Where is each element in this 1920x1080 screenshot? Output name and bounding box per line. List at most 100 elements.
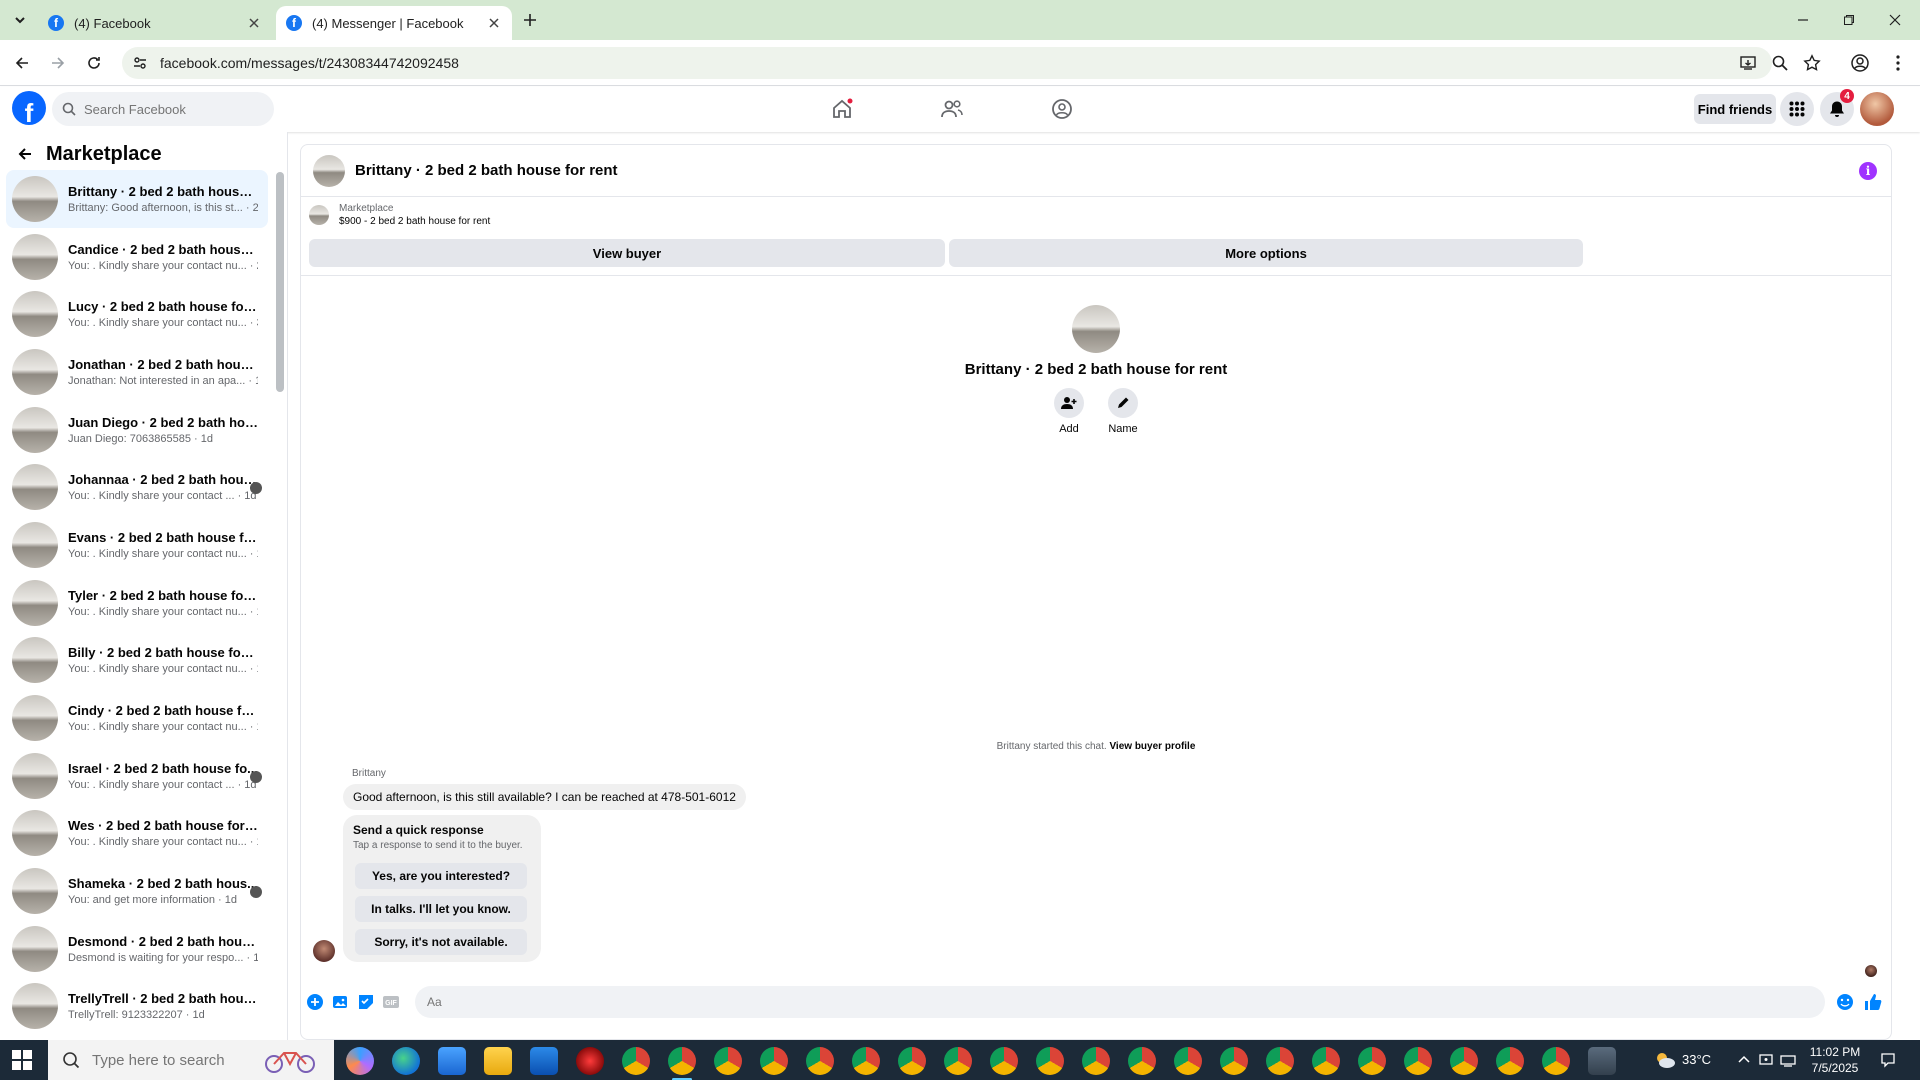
tab-search-button[interactable]: [8, 8, 32, 32]
chevron-up-icon[interactable]: [1736, 1052, 1752, 1068]
copilot-icon[interactable]: [346, 1047, 374, 1075]
chrome-icon[interactable]: [760, 1047, 788, 1075]
nav-groups[interactable]: [1042, 91, 1082, 127]
conversation-item[interactable]: Shameka · 2 bed 2 bath hous... You: and g…: [6, 862, 268, 920]
chrome-icon[interactable]: [1174, 1047, 1202, 1075]
conversation-item[interactable]: Desmond · 2 bed 2 bath house ... Desmond …: [6, 920, 268, 978]
conversation-item[interactable]: Wes · 2 bed 2 bath house for rent You: . …: [6, 805, 268, 863]
facebook-logo-icon[interactable]: f: [12, 91, 46, 125]
forward-button[interactable]: [46, 51, 70, 75]
chrome-icon[interactable]: [1036, 1047, 1064, 1075]
add-button[interactable]: [1054, 388, 1084, 418]
info-icon[interactable]: i: [1859, 162, 1877, 180]
reload-button[interactable]: [82, 51, 106, 75]
browser-tab-messenger[interactable]: f (4) Messenger | Facebook: [276, 6, 512, 40]
like-button[interactable]: [1863, 992, 1883, 1012]
chrome-icon[interactable]: [622, 1047, 650, 1075]
facebook-search[interactable]: [52, 92, 274, 126]
buyer-avatar[interactable]: [313, 940, 335, 962]
chrome-icon[interactable]: [1496, 1047, 1524, 1075]
back-button[interactable]: [14, 143, 36, 165]
chrome-icon[interactable]: [1082, 1047, 1110, 1075]
conversation-item[interactable]: Johannaa · 2 bed 2 bath hous... You: . Ki…: [6, 458, 268, 516]
sticker-button[interactable]: [356, 992, 376, 1012]
gif-button[interactable]: GIF: [381, 992, 401, 1012]
restore-button[interactable]: [1826, 0, 1872, 40]
site-info-icon[interactable]: [132, 55, 148, 71]
add-action[interactable]: Add: [1054, 388, 1084, 435]
quick-response-in-talks-button[interactable]: In talks. I'll let you know.: [355, 896, 527, 922]
nav-friends[interactable]: [932, 91, 972, 127]
emoji-button[interactable]: [1835, 992, 1855, 1012]
minimize-button[interactable]: [1780, 0, 1826, 40]
browser-tab-facebook[interactable]: f (4) Facebook: [38, 6, 272, 40]
taskbar-search-input[interactable]: [92, 1051, 262, 1069]
intro-avatar[interactable]: [1072, 305, 1120, 353]
chrome-icon[interactable]: [668, 1047, 696, 1080]
close-icon[interactable]: [486, 15, 502, 31]
chrome-icon[interactable]: [714, 1047, 742, 1075]
sidebar-scrollbar[interactable]: [276, 172, 284, 392]
find-friends-button[interactable]: Find friends: [1694, 94, 1776, 124]
chrome-icon[interactable]: [852, 1047, 880, 1075]
display-icon[interactable]: [1758, 1052, 1774, 1068]
view-buyer-profile-link[interactable]: View buyer profile: [1109, 741, 1195, 752]
weather-icon[interactable]: [1654, 1050, 1676, 1070]
file-explorer-icon[interactable]: [484, 1047, 512, 1075]
more-options-button[interactable]: More options: [949, 239, 1583, 267]
taskbar-search[interactable]: [48, 1040, 334, 1080]
network-icon[interactable]: [1780, 1052, 1796, 1068]
calculator-icon[interactable]: [1588, 1047, 1616, 1075]
taskbar-clock[interactable]: 11:02 PM 7/5/2025: [1800, 1044, 1870, 1076]
menu-button[interactable]: [1780, 92, 1814, 126]
chrome-icon[interactable]: [1128, 1047, 1156, 1075]
conversation-item[interactable]: Billy · 2 bed 2 bath house for rent You: …: [6, 632, 268, 690]
outlook-icon[interactable]: [530, 1047, 558, 1075]
app-red-icon[interactable]: [576, 1047, 604, 1075]
new-tab-button[interactable]: [518, 8, 542, 32]
chrome-icon[interactable]: [1312, 1047, 1340, 1075]
chrome-icon[interactable]: [806, 1047, 834, 1075]
chrome-icon[interactable]: [1542, 1047, 1570, 1075]
windows-start-icon[interactable]: [12, 1050, 32, 1070]
message-input[interactable]: [415, 986, 1825, 1018]
quick-response-not-available-button[interactable]: Sorry, it's not available.: [355, 929, 527, 955]
view-buyer-button[interactable]: View buyer: [309, 239, 945, 267]
chrome-icon[interactable]: [1266, 1047, 1294, 1075]
browser-menu-button[interactable]: [1886, 51, 1910, 75]
conversation-item[interactable]: Cindy · 2 bed 2 bath house for r... You: …: [6, 689, 268, 747]
chrome-icon[interactable]: [1358, 1047, 1386, 1075]
attach-photo-button[interactable]: [331, 992, 351, 1012]
zoom-button[interactable]: [1768, 51, 1792, 75]
conversation-item[interactable]: Lucy · 2 bed 2 bath house for rent You: .…: [6, 285, 268, 343]
install-app-button[interactable]: [1736, 51, 1760, 75]
quick-response-yes-button[interactable]: Yes, are you interested?: [355, 863, 527, 889]
chrome-icon[interactable]: [990, 1047, 1018, 1075]
close-window-button[interactable]: [1872, 0, 1918, 40]
back-button[interactable]: [10, 51, 34, 75]
conversation-item[interactable]: Juan Diego · 2 bed 2 bath hous... Juan Di…: [6, 401, 268, 459]
nav-home[interactable]: [822, 91, 862, 127]
store-icon[interactable]: [438, 1047, 466, 1075]
conversation-item[interactable]: Brittany · 2 bed 2 bath house fo... Britt…: [6, 170, 268, 228]
listing-info[interactable]: Marketplace $900 - 2 bed 2 bath house fo…: [309, 203, 490, 227]
bookmark-button[interactable]: [1800, 51, 1824, 75]
chrome-icon[interactable]: [944, 1047, 972, 1075]
address-bar[interactable]: facebook.com/messages/t/2430834474209245…: [122, 47, 1772, 79]
account-avatar[interactable]: [1860, 92, 1894, 126]
more-actions-button[interactable]: [305, 992, 325, 1012]
conversation-item[interactable]: Jonathan · 2 bed 2 bath house f... Jonath…: [6, 343, 268, 401]
chrome-icon[interactable]: [1404, 1047, 1432, 1075]
conversation-item[interactable]: Tyler · 2 bed 2 bath house for re... You:…: [6, 574, 268, 632]
chat-avatar[interactable]: [313, 154, 345, 187]
chrome-icon[interactable]: [1450, 1047, 1478, 1075]
conversation-item[interactable]: Candice · 2 bed 2 bath house fo... You: .…: [6, 228, 268, 286]
notification-center-icon[interactable]: [1880, 1052, 1896, 1068]
profile-button[interactable]: [1848, 51, 1872, 75]
conversation-item[interactable]: Israel · 2 bed 2 bath house fo... You: . …: [6, 747, 268, 805]
conversation-item[interactable]: TrellyTrell · 2 bed 2 bath house f... Tre…: [6, 978, 268, 1036]
chrome-icon[interactable]: [898, 1047, 926, 1075]
conversation-item[interactable]: Evans · 2 bed 2 bath house for r... You: …: [6, 516, 268, 574]
chat-title[interactable]: Brittany · 2 bed 2 bath house for rent: [355, 162, 618, 179]
facebook-search-input[interactable]: [84, 101, 254, 117]
